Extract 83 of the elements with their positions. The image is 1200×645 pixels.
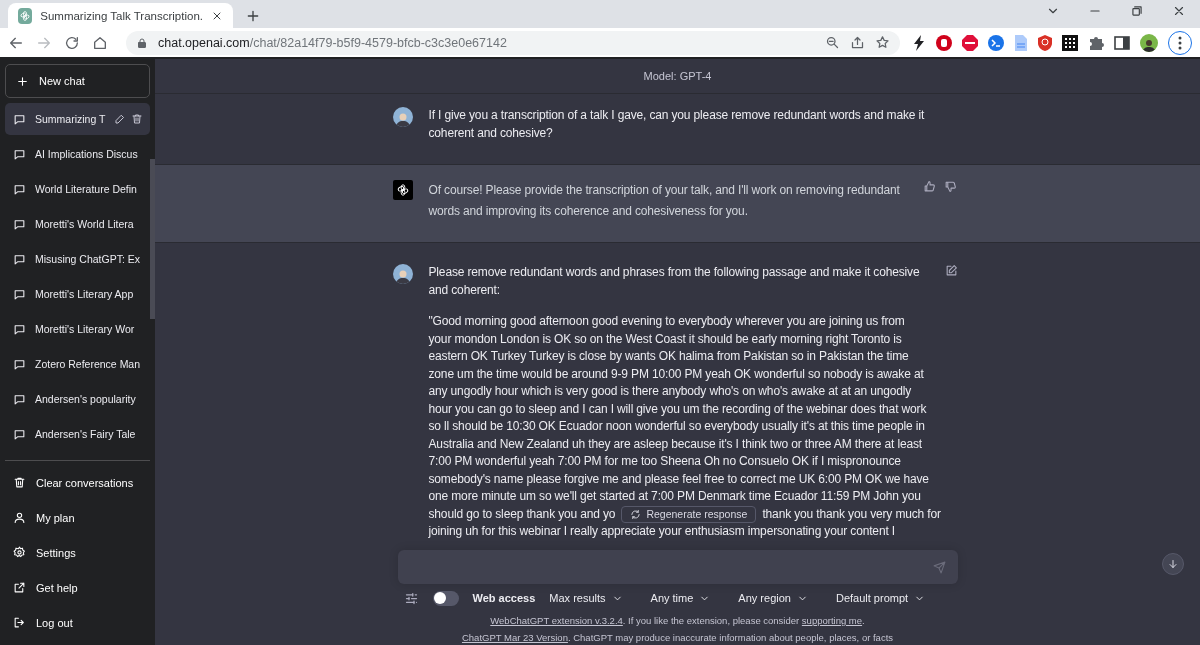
pencil-icon[interactable] [114, 113, 127, 125]
reload-icon[interactable] [64, 34, 80, 51]
footer-link[interactable]: ChatGPT Mar 23 Version [461, 632, 568, 643]
message-text: joining uh for this webinar I really appreciate your enthusiasm impersonating your content I [428, 523, 896, 540]
message-text: Please remove redundant words and phrases from the following passage and make it cohesive and coherent: [428, 264, 921, 299]
lightning-icon[interactable] [912, 34, 926, 51]
dropdown[interactable]: Any time [650, 592, 725, 605]
home-icon[interactable] [92, 34, 108, 51]
message-input[interactable] [397, 550, 958, 585]
thumbs-up-icon[interactable] [922, 180, 936, 193]
sidebar-menu-item[interactable]: Settings [5, 535, 150, 570]
dropdown[interactable]: Any region [738, 592, 822, 605]
browser-tab[interactable]: Summarizing Talk Transcription. [8, 3, 233, 28]
sidebar-menu-item[interactable]: Log out [5, 605, 150, 640]
close-icon[interactable] [1172, 4, 1186, 18]
conversation-item[interactable]: Moretti's Literary Wor [5, 313, 150, 345]
user-icon [13, 511, 26, 524]
footer-note: WebChatGPT extension v.3.2.4. If you like the extension, please consider supporting me. [490, 614, 865, 628]
zoom-icon[interactable] [825, 35, 840, 50]
dropdown[interactable]: Max results [549, 592, 637, 605]
message-text: Of course! Please provide the transcription of your talk, and I'll work on removing redundant words and improving its coherence and cohesiveness for you. [428, 182, 901, 220]
conversation-item[interactable]: Moretti's World Litera [5, 208, 150, 240]
chat-bubble-icon [13, 427, 26, 441]
grid-icon[interactable] [1062, 34, 1078, 51]
chat-bubble-icon [13, 322, 26, 336]
settings-icon [13, 546, 26, 559]
regenerate-button[interactable]: Regenerate response [621, 505, 757, 523]
conversation-item[interactable]: Misusing ChatGPT: Ex [5, 243, 150, 275]
message-text: should go to sleep thank you and yo [428, 507, 616, 522]
sidebar-menu-item[interactable]: Get help [5, 570, 150, 605]
scrollbar[interactable] [150, 159, 155, 319]
sidebar-menu-item[interactable]: Clear conversations [5, 465, 150, 500]
side-panel-icon[interactable] [1114, 34, 1130, 51]
address-bar[interactable]: chat.openai.com/chat/82a14f79-b5f9-4579-bfcb-c3c3e0e67142 [126, 30, 900, 55]
assistant-avatar [392, 180, 413, 200]
sidebar-menu-item[interactable]: My plan [5, 500, 150, 535]
plus-icon [16, 74, 29, 88]
logout-icon [13, 616, 26, 629]
chat-bubble-icon [13, 182, 26, 196]
trash-icon [13, 476, 26, 489]
thumbs-down-icon[interactable] [943, 180, 957, 193]
chat-bubble-icon [13, 112, 26, 126]
conversation-item[interactable]: Moretti's Literary App [5, 278, 150, 310]
chat-bubble-icon [13, 217, 26, 231]
chat-bubble-icon [13, 147, 26, 161]
knot-icon [18, 7, 33, 24]
chat-bubble-icon [13, 252, 26, 266]
new-chat-button[interactable]: New chat [5, 64, 150, 98]
arrow-down-icon [1167, 558, 1179, 570]
user-avatar [392, 107, 413, 127]
star-icon[interactable] [875, 35, 890, 50]
user-avatar [392, 264, 413, 284]
share-icon[interactable] [850, 35, 865, 50]
shield-icon[interactable] [1038, 34, 1052, 51]
chat-bubble-icon [13, 392, 26, 406]
sliders-icon[interactable] [403, 590, 419, 606]
web-access-toggle[interactable] [432, 590, 459, 606]
stop-sign-icon[interactable] [962, 34, 978, 51]
dropdown[interactable]: Default prompt [835, 592, 940, 605]
trash-icon[interactable] [131, 113, 144, 125]
conversation-item[interactable]: Zotero Reference Man [5, 348, 150, 380]
footer-note: ChatGPT Mar 23 Version. ChatGPT may produce inaccurate information about people, places, or facts [461, 631, 894, 645]
message-text: thank you thank you very much for [762, 507, 941, 522]
puzzle-icon[interactable] [1088, 34, 1104, 51]
scroll-down-button[interactable] [1162, 553, 1184, 575]
conversation-item[interactable]: Andersen's Fairy Tale [5, 418, 150, 450]
refresh-icon [630, 508, 642, 520]
new-tab-icon[interactable] [245, 8, 261, 24]
lock-icon [136, 36, 148, 49]
conversation-item[interactable]: Summarizing T [5, 103, 150, 135]
terminal-icon[interactable] [988, 34, 1004, 51]
chat-bubble-icon [13, 287, 26, 301]
web-access-label: Web access [472, 592, 536, 605]
restore-icon[interactable] [1130, 4, 1144, 18]
conversation-item[interactable]: Andersen's popularity [5, 383, 150, 415]
conversation-item[interactable]: World Literature Defin [5, 173, 150, 205]
footer-link[interactable]: WebChatGPT extension v.3.2.4 [490, 615, 623, 626]
conversation-item[interactable]: AI Implications Discus [5, 138, 150, 170]
profile-avatar[interactable] [1140, 33, 1158, 52]
chat-bubble-icon [13, 357, 26, 371]
external-link-icon [13, 581, 26, 594]
edit-icon[interactable] [944, 264, 958, 277]
message-text: If I give you a transcription of a talk I gave, can you please remove redundant words and make it coherent and cohesive? [428, 107, 925, 142]
